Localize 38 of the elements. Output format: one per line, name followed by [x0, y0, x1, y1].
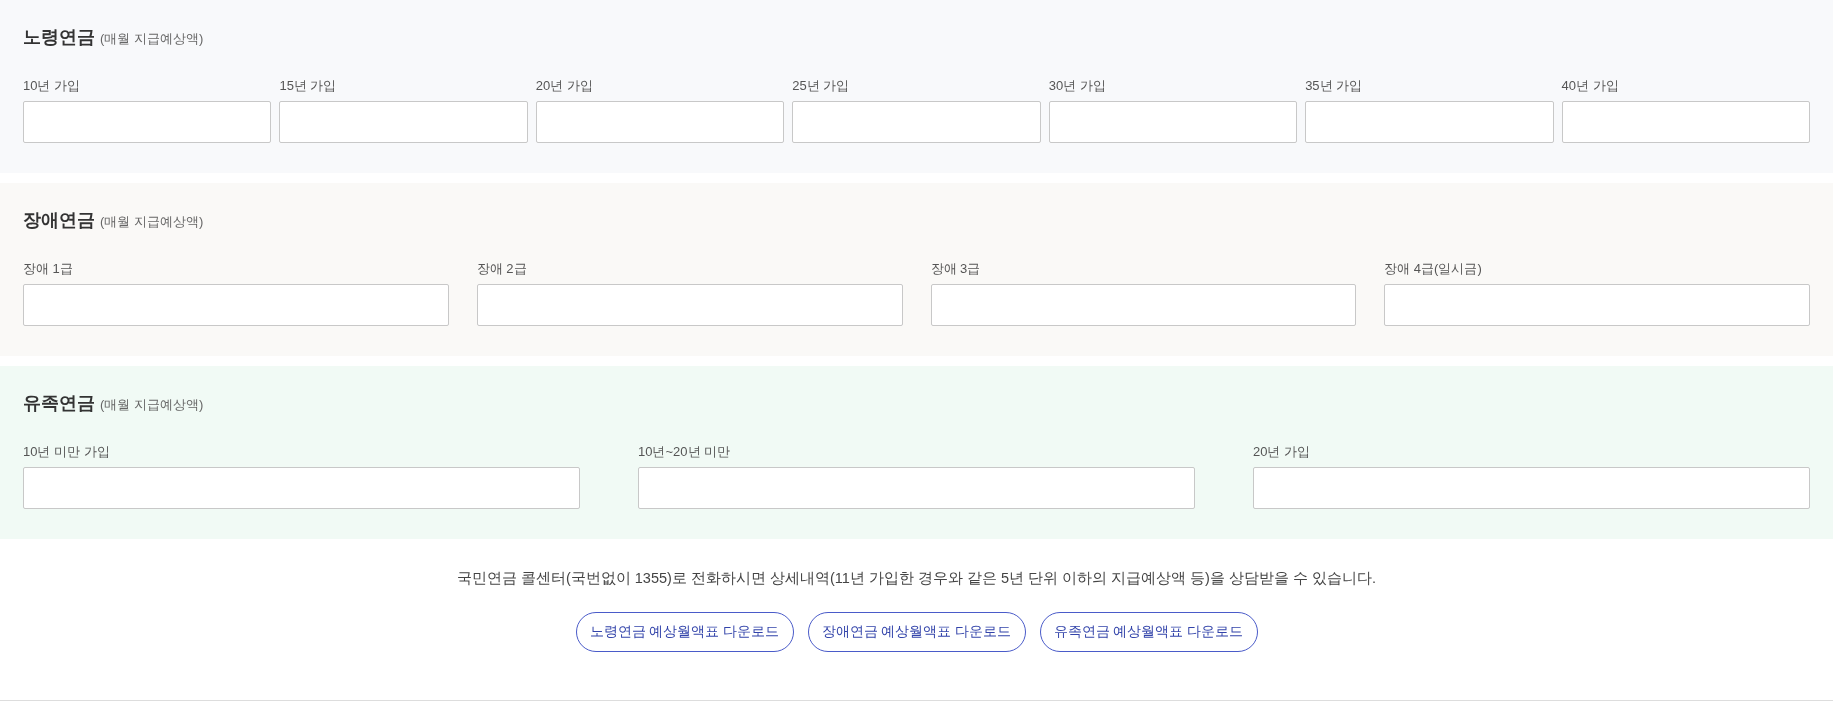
- section-note: (매월 지급예상액): [100, 396, 204, 414]
- download-button[interactable]: 노령연금 예상월액표 다운로드: [575, 612, 794, 652]
- input-field[interactable]: [535, 101, 785, 143]
- field-label: 장애 3급: [930, 260, 982, 278]
- input-field[interactable]: [1048, 101, 1298, 143]
- field-label: 장애 1급: [23, 260, 74, 278]
- input-field[interactable]: [792, 101, 1041, 143]
- input-field[interactable]: [23, 284, 449, 326]
- section-note: (매월 지급예상액): [100, 213, 204, 231]
- input-field[interactable]: [23, 101, 272, 143]
- section-title: 유족연금: [23, 392, 95, 415]
- field-label: 10년 미만 가입: [23, 443, 111, 461]
- input-field[interactable]: [1305, 101, 1554, 143]
- input-field[interactable]: [1253, 467, 1810, 509]
- field-label: 10년~20년 미만: [638, 443, 732, 461]
- input-field[interactable]: [23, 467, 580, 509]
- input-field[interactable]: [638, 467, 1195, 509]
- field-label: 장애 4급(일시금): [1384, 260, 1483, 278]
- download-button[interactable]: 장애연금 예상월액표 다운로드: [807, 612, 1026, 652]
- section-note: (매월 지급예상액): [100, 30, 204, 48]
- notice-text: 국민연금 콜센터(국번없이 1355)로 전화하시면 상세내역(11년 가입한 경우와 같은 5년 단위 이하의 지급예상액 등)을 상담받을 수 있습니다.: [456, 569, 1377, 588]
- field-label: 20년 가입: [535, 77, 594, 95]
- field-label: 15년 가입: [279, 77, 338, 95]
- input-field[interactable]: [1561, 101, 1810, 143]
- download-button[interactable]: 유족연금 예상월액표 다운로드: [1039, 612, 1258, 652]
- section-title: 장애연금: [23, 209, 95, 232]
- field-label: 35년 가입: [1305, 77, 1364, 95]
- input-field[interactable]: [1384, 284, 1810, 326]
- section-title: 노령연금: [23, 26, 95, 49]
- input-field[interactable]: [930, 284, 1357, 326]
- field-label: 40년 가입: [1561, 77, 1620, 95]
- field-label: 20년 가입: [1253, 443, 1312, 461]
- field-label: 25년 가입: [792, 77, 851, 95]
- field-label: 10년 가입: [23, 77, 82, 95]
- input-field[interactable]: [476, 284, 903, 326]
- field-label: 30년 가입: [1048, 77, 1107, 95]
- field-label: 장애 2급: [476, 260, 528, 278]
- input-field[interactable]: [279, 101, 528, 143]
